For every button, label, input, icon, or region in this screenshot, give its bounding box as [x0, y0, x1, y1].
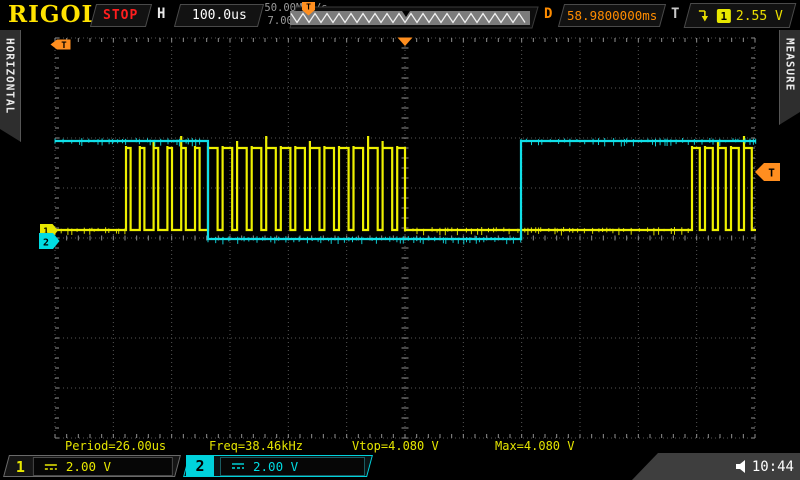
measurement-period: Period=26.00us — [65, 439, 166, 453]
channel2-number-cell: 2 — [186, 455, 214, 477]
trigger-settings-badge[interactable]: 1 2.55 V — [684, 3, 797, 28]
oscilloscope-screen: T T 1 2 RIGOL STOP H 100.0us 50.00MSa/s 7.0… — [0, 0, 800, 480]
tab-measure-menu[interactable]: MEASURE — [779, 30, 800, 125]
channel1-scale: 2.00 V — [66, 459, 111, 474]
measurement-vtop: Vtop=4.080 V — [352, 439, 439, 453]
top-status-bar: RIGOL STOP H 100.0us 50.00MSa/s 7.00M pt… — [0, 0, 800, 30]
run-status-text: STOP — [103, 8, 138, 23]
system-time-area: 10:44 — [632, 453, 800, 480]
trigger-level-value: 2.55 V — [736, 8, 783, 23]
measurement-freq: Freq=38.46kHz — [209, 439, 303, 453]
channel-status-bar: 1 2.00 V 2 — [0, 453, 800, 480]
svg-text:T: T — [306, 3, 311, 12]
run-status-badge[interactable]: STOP — [90, 4, 152, 27]
timebase-badge[interactable]: 100.0us — [174, 4, 264, 27]
dc-coupling-icon — [44, 461, 58, 471]
channel2-scale: 2.00 V — [253, 459, 298, 474]
delay-label: D — [544, 6, 552, 22]
channel1-number: 1 — [7, 457, 25, 475]
waveform-traces — [55, 136, 756, 245]
system-time: 10:44 — [752, 459, 794, 475]
tab-horizontal-label: HORIZONTAL — [4, 38, 17, 114]
trigger-source-channel: 1 — [717, 9, 731, 23]
measurement-max: Max=4.080 V — [495, 439, 574, 453]
delay-value: 58.9800000ms — [567, 8, 657, 23]
horizontal-scale-label: H — [157, 6, 165, 22]
waveform-display: T T 1 2 — [0, 0, 800, 480]
trigger-label: T — [671, 6, 679, 22]
tab-horizontal-menu[interactable]: HORIZONTAL — [0, 30, 21, 142]
timebase-value: 100.0us — [192, 8, 247, 23]
falling-edge-icon — [697, 7, 712, 25]
trigger-position-triangle — [398, 38, 413, 47]
dc-coupling-icon — [231, 461, 245, 471]
memory-bar-track — [290, 11, 530, 25]
channel2-number: 2 — [195, 457, 204, 475]
channel1-badge[interactable]: 1 2.00 V — [3, 455, 181, 477]
channel1-scale-box: 2.00 V — [33, 457, 173, 476]
delay-badge[interactable]: 58.9800000ms — [558, 4, 666, 27]
tab-measure-label: MEASURE — [784, 38, 797, 91]
svg-text:2: 2 — [43, 238, 49, 249]
rigol-logo: RIGOL — [8, 1, 99, 28]
memory-position-bar[interactable]: T — [284, 1, 540, 29]
channel2-badge[interactable]: 2 2.00 V — [183, 455, 373, 477]
svg-text:T: T — [61, 41, 67, 51]
svg-text:T: T — [768, 167, 775, 180]
speaker-icon — [736, 460, 748, 473]
channel2-scale-box: 2.00 V — [220, 457, 365, 476]
